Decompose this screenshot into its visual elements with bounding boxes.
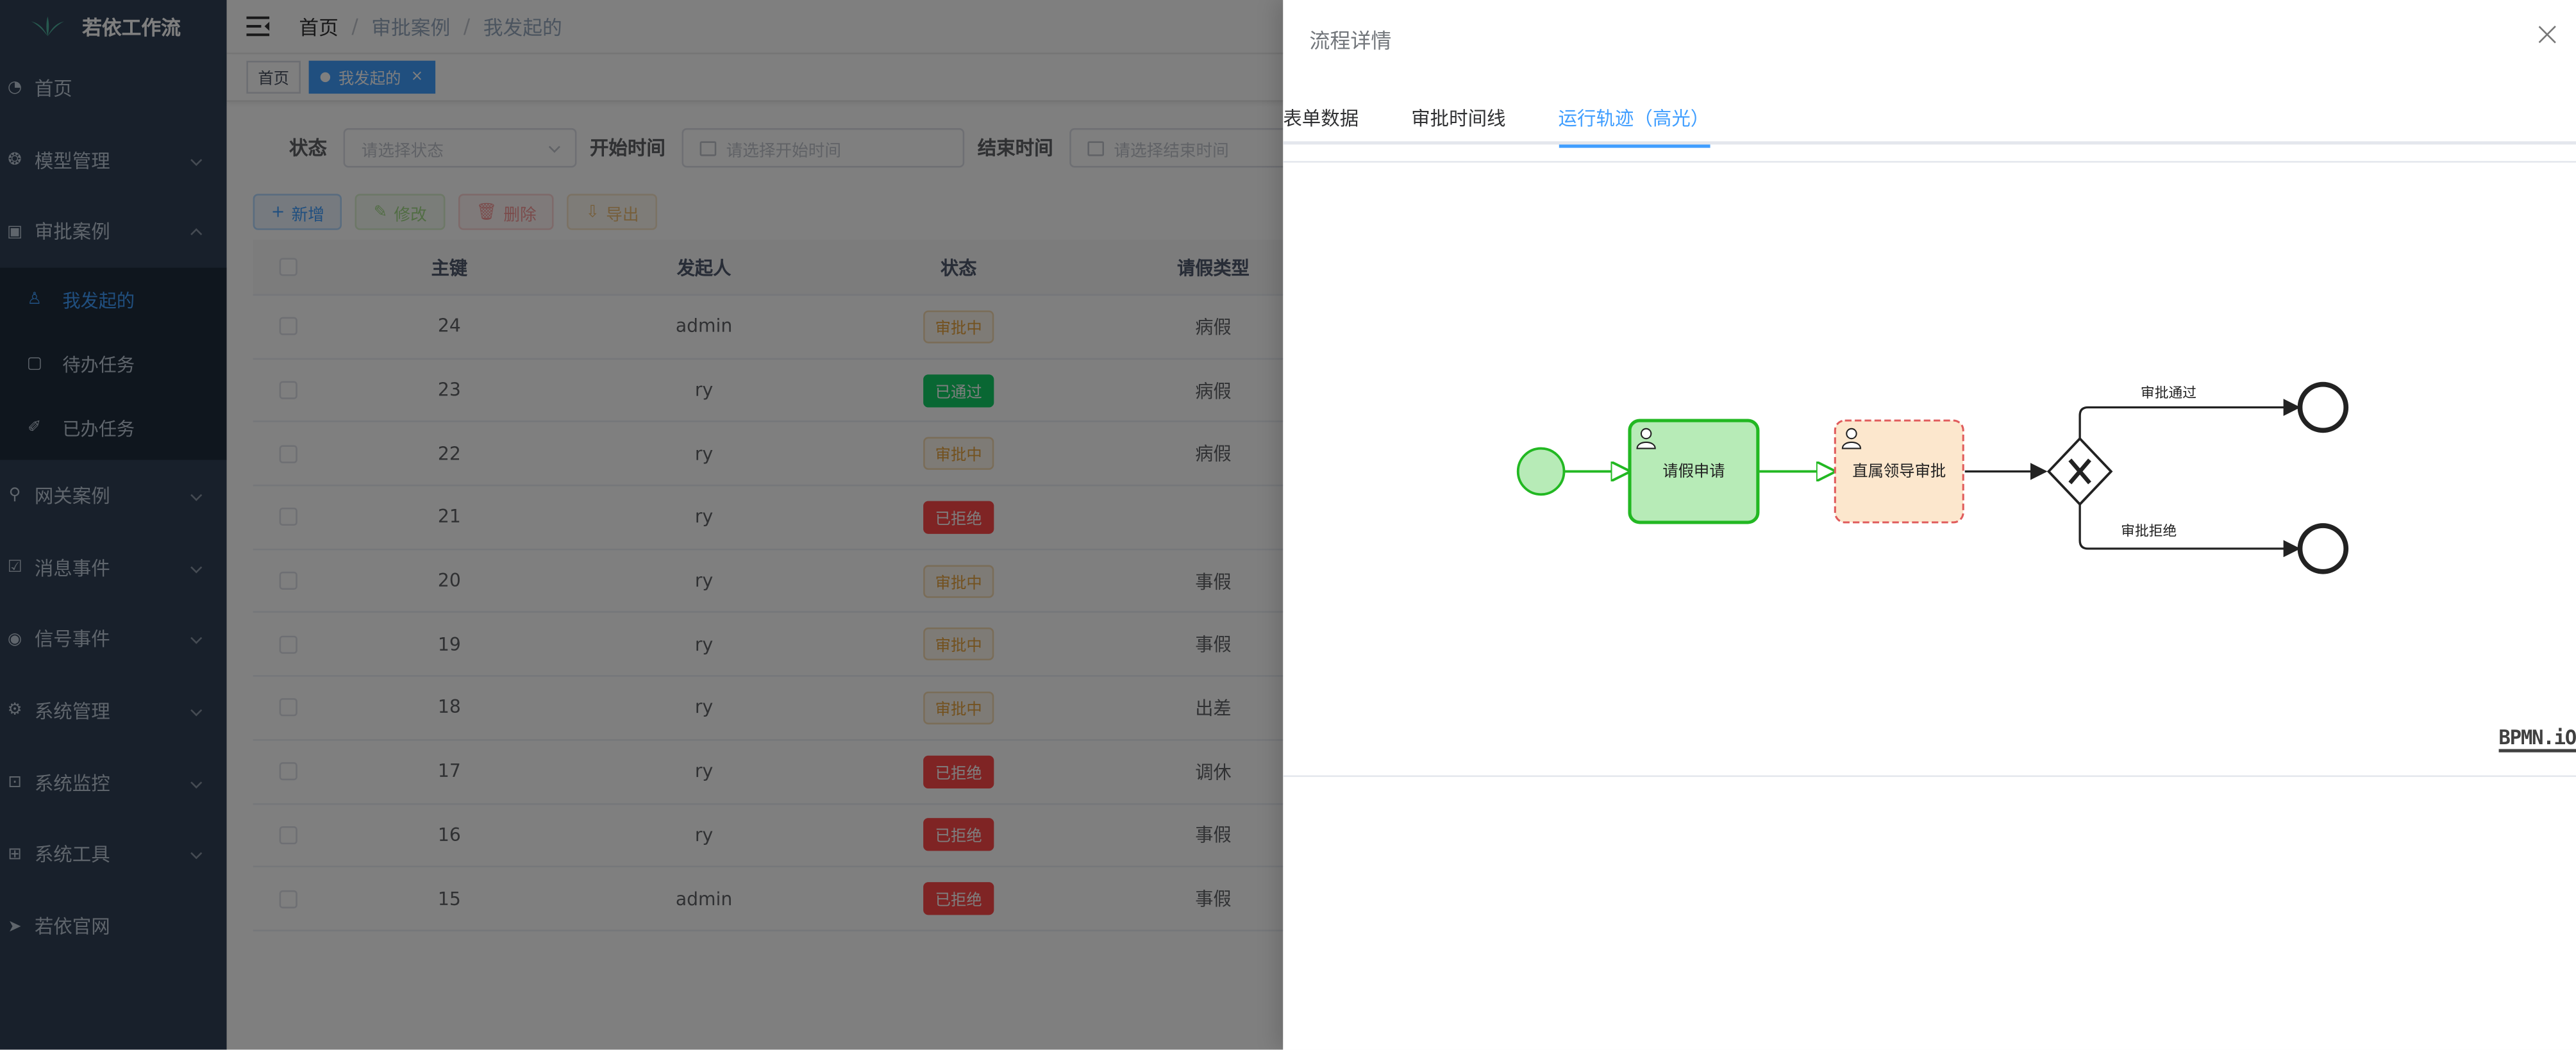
tab-runtime-trace[interactable]: 运行轨迹（高光） bbox=[1558, 92, 1710, 148]
end-event-approved[interactable] bbox=[2297, 381, 2349, 433]
bpmn-canvas[interactable]: 请假申请 直属领导审批 审批通过 审批拒绝 BPMN.iO bbox=[1283, 161, 2576, 778]
drawer-mask[interactable] bbox=[0, 0, 1284, 1050]
sequence-flow-reject bbox=[2078, 504, 2301, 558]
sequence-flow-approve bbox=[2078, 399, 2301, 439]
close-icon[interactable] bbox=[2537, 23, 2560, 46]
app-root: 若依工作流 ◔首页❂模型管理▣审批案例♙我发起的▢待办任务✐已办任务⚲网关案例☑… bbox=[0, 0, 2576, 1050]
process-detail-drawer: 流程详情 表单数据 审批时间线 运行轨迹（高光） 请假申请 直属领导审批 审批通… bbox=[1283, 0, 2576, 1050]
end-event-rejected[interactable] bbox=[2297, 523, 2349, 574]
drawer-title: 流程详情 bbox=[1309, 28, 1392, 53]
flow-approve-label: 审批通过 bbox=[2141, 385, 2196, 401]
tab-approval-timeline[interactable]: 审批时间线 bbox=[1411, 92, 1505, 145]
drawer-tabs: 表单数据 审批时间线 运行轨迹（高光） bbox=[1283, 92, 2576, 148]
task-manager-approval-label: 直属领导审批 bbox=[1852, 462, 1946, 480]
task-leave-request-label: 请假申请 bbox=[1662, 462, 1725, 480]
tab-form-data[interactable]: 表单数据 bbox=[1283, 92, 1359, 145]
bpmn-diagram: 请假申请 直属领导审批 审批通过 审批拒绝 bbox=[1516, 381, 2349, 574]
flow-reject-label: 审批拒绝 bbox=[2121, 523, 2177, 539]
bpmn-io-logo[interactable]: BPMN.iO bbox=[2498, 726, 2576, 753]
start-event[interactable] bbox=[1516, 447, 1566, 496]
